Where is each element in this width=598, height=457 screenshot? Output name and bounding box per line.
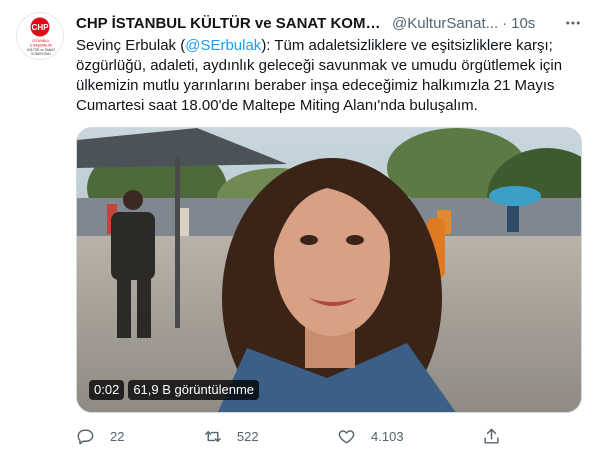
reply-button[interactable]: 22 — [76, 424, 124, 448]
tweet-text-start: Sevinç Erbulak ( — [76, 37, 186, 54]
video-thumbnail — [77, 128, 581, 412]
tweet-actions: 22 522 4.103 — [76, 424, 506, 448]
retweet-button[interactable]: 522 — [203, 424, 259, 448]
avatar[interactable]: CHP İSTANBUL İL BAŞKANLIĞI KÜLTÜR ve SAN… — [16, 12, 64, 60]
display-name[interactable]: CHP İSTANBUL KÜLTÜR ve SANAT KOMİS... — [76, 15, 382, 32]
retweet-icon[interactable] — [203, 424, 237, 448]
timestamp[interactable]: 10s — [511, 15, 535, 32]
separator-dot: · — [502, 14, 508, 32]
like-button[interactable]: 4.103 — [337, 424, 404, 448]
retweet-count: 522 — [236, 428, 259, 444]
share-icon[interactable] — [482, 424, 506, 448]
user-handle[interactable]: @KulturSanat... — [392, 15, 498, 32]
tweet-header: CHP İSTANBUL KÜLTÜR ve SANAT KOMİS... @K… — [76, 13, 584, 33]
video-duration: 0:02 — [89, 380, 125, 400]
reply-icon[interactable] — [76, 424, 110, 448]
tweet[interactable]: CHP İSTANBUL İL BAŞKANLIĞI KÜLTÜR ve SAN… — [0, 0, 598, 457]
video-player[interactable]: 0:02 61,9 B görüntülenme — [76, 127, 582, 413]
reply-count: 22 — [110, 428, 125, 444]
avatar-caption-line: KOMİSYONU — [31, 51, 51, 56]
avatar-caption-line: İSTANBUL — [32, 38, 49, 43]
more-icon[interactable] — [562, 12, 584, 34]
video-overlay: 0:02 61,9 B görüntülenme — [89, 380, 260, 400]
share-button[interactable] — [482, 424, 506, 448]
avatar-caption-line: İL BAŞKANLIĞI — [30, 43, 52, 48]
mention-link[interactable]: @SErbulak — [185, 37, 261, 54]
tweet-text: Sevinç Erbulak (@SErbulak): Tüm adaletsi… — [76, 36, 586, 116]
video-views: 61,9 B görüntülenme — [128, 380, 260, 400]
like-icon[interactable] — [337, 424, 371, 448]
avatar-logo-text: CHP — [32, 23, 50, 32]
like-count: 4.103 — [371, 428, 404, 444]
